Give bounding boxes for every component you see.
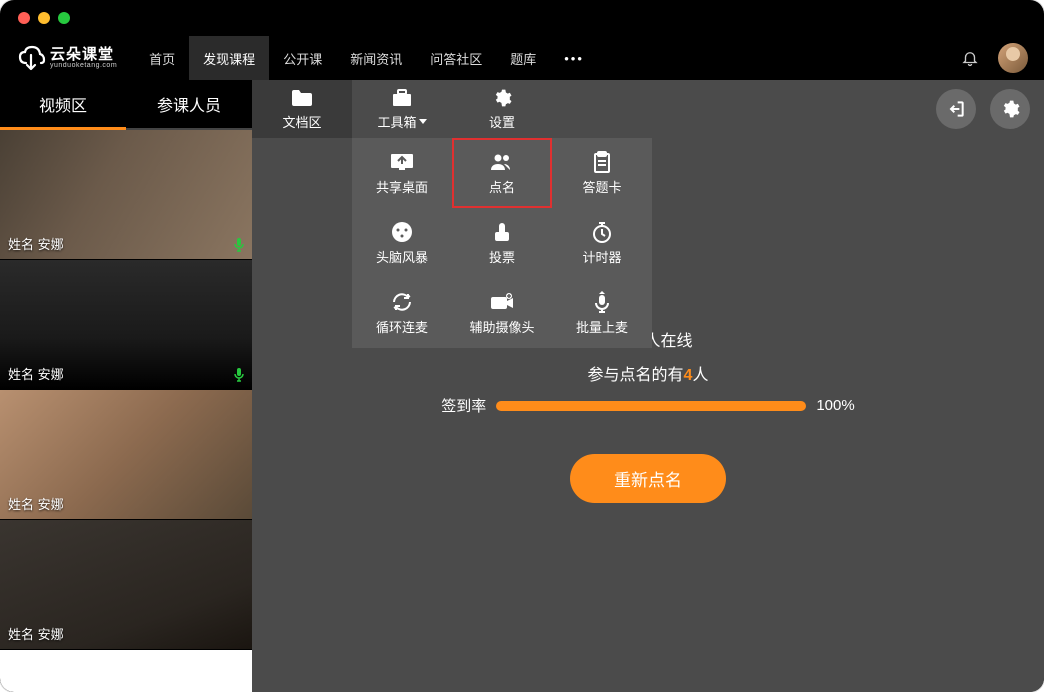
window-titlebar: [0, 0, 1044, 36]
dd-cycle-mic[interactable]: 循环连麦: [352, 278, 452, 348]
dd-label: 投票: [489, 247, 515, 266]
main-area: 文档区 工具箱 设置: [252, 80, 1044, 692]
tab-participants[interactable]: 参课人员: [126, 80, 252, 128]
dd-label: 批量上麦: [576, 317, 628, 336]
chevron-down-icon: [419, 119, 427, 124]
dd-answer-card[interactable]: 答题卡: [552, 138, 652, 208]
tab-video-area[interactable]: 视频区: [0, 80, 126, 128]
user-avatar[interactable]: [998, 43, 1028, 73]
main-toolbar: 文档区 工具箱 设置: [252, 80, 1044, 138]
dd-aux-camera[interactable]: 辅助摄像头: [452, 278, 552, 348]
progress-bar: [496, 401, 806, 411]
video-item[interactable]: 姓名 安娜: [0, 260, 252, 390]
dd-label: 共享桌面: [376, 177, 428, 196]
logo[interactable]: 云朵课堂 yunduoketang.com: [16, 45, 117, 71]
doc-area-label: 文档区: [282, 112, 321, 131]
mic-up-icon: [593, 291, 611, 313]
close-dot[interactable]: [18, 12, 30, 24]
dd-label: 计时器: [582, 247, 621, 266]
top-nav: 云朵课堂 yunduoketang.com 首页 发现课程 公开课 新闻资讯 问…: [0, 36, 1044, 80]
nav-home[interactable]: 首页: [135, 36, 189, 80]
rate-label: 签到率: [441, 395, 486, 416]
exit-button[interactable]: [936, 89, 976, 129]
dd-rollcall[interactable]: 点名: [452, 138, 552, 208]
video-item[interactable]: 姓名 安娜: [0, 390, 252, 520]
nav-discover-courses[interactable]: 发现课程: [189, 36, 269, 80]
toolbox-label: 工具箱: [377, 112, 416, 131]
logo-sub-text: yunduoketang.com: [50, 62, 117, 69]
maximize-dot[interactable]: [58, 12, 70, 24]
dd-timer[interactable]: 计时器: [552, 208, 652, 278]
settings-label: 设置: [489, 112, 515, 131]
toolbox-dropdown: 共享桌面 点名 答题卡 头脑风暴 投票: [352, 138, 652, 348]
dd-brainstorm[interactable]: 头脑风暴: [352, 208, 452, 278]
video-name-label: 姓名 安娜: [8, 624, 64, 643]
camera-plus-icon: [490, 291, 514, 313]
folder-icon: [291, 88, 313, 108]
minimize-dot[interactable]: [38, 12, 50, 24]
toolbox-button[interactable]: 工具箱: [352, 80, 452, 138]
video-item[interactable]: [0, 650, 252, 692]
redo-rollcall-button[interactable]: 重新点名: [570, 454, 726, 503]
dd-share-desktop[interactable]: 共享桌面: [352, 138, 452, 208]
nav-public-class[interactable]: 公开课: [269, 36, 336, 80]
video-thumbnail: [0, 650, 252, 692]
nav-news[interactable]: 新闻资讯: [336, 36, 416, 80]
video-name-label: 姓名 安娜: [8, 234, 64, 253]
nav-question-bank[interactable]: 题库: [496, 36, 550, 80]
dd-vote[interactable]: 投票: [452, 208, 552, 278]
mic-active-icon: [232, 367, 246, 383]
participated-status: 参与点名的有4人: [588, 361, 709, 385]
gear-icon: [492, 88, 512, 108]
dd-label: 循环连麦: [376, 317, 428, 336]
vote-icon: [492, 221, 512, 243]
dd-label: 答题卡: [582, 177, 621, 196]
settings-button[interactable]: 设置: [452, 80, 552, 138]
dd-label: 点名: [489, 177, 515, 196]
rate-percent: 100%: [816, 397, 854, 414]
video-item[interactable]: 姓名 安娜: [0, 520, 252, 650]
dd-batch-mic[interactable]: 批量上麦: [552, 278, 652, 348]
doc-area-button[interactable]: 文档区: [252, 80, 352, 138]
briefcase-icon: [391, 88, 413, 108]
nav-qa-community[interactable]: 问答社区: [416, 36, 496, 80]
timer-icon: [592, 221, 612, 243]
attendance-rate-row: 签到率 100%: [441, 395, 854, 416]
mic-active-icon: [232, 237, 246, 253]
brain-icon: [391, 221, 413, 243]
dd-label: 辅助摄像头: [469, 317, 534, 336]
dd-label: 头脑风暴: [376, 247, 428, 266]
clipboard-icon: [593, 151, 611, 173]
cycle-icon: [391, 291, 413, 313]
nav-more[interactable]: •••: [550, 51, 598, 66]
video-name-label: 姓名 安娜: [8, 364, 64, 383]
video-item[interactable]: 姓名 安娜: [0, 130, 252, 260]
settings-round-button[interactable]: [990, 89, 1030, 129]
sidebar: 视频区 参课人员 姓名 安娜 姓名 安娜 姓名 安娜: [0, 80, 252, 692]
bell-icon[interactable]: [954, 42, 986, 74]
logo-main-text: 云朵课堂: [50, 47, 117, 62]
video-list: 姓名 安娜 姓名 安娜 姓名 安娜 姓名 安娜: [0, 130, 252, 692]
cloud-logo-icon: [16, 45, 46, 71]
screen-share-icon: [390, 151, 414, 173]
video-name-label: 姓名 安娜: [8, 494, 64, 513]
people-icon: [490, 151, 514, 173]
